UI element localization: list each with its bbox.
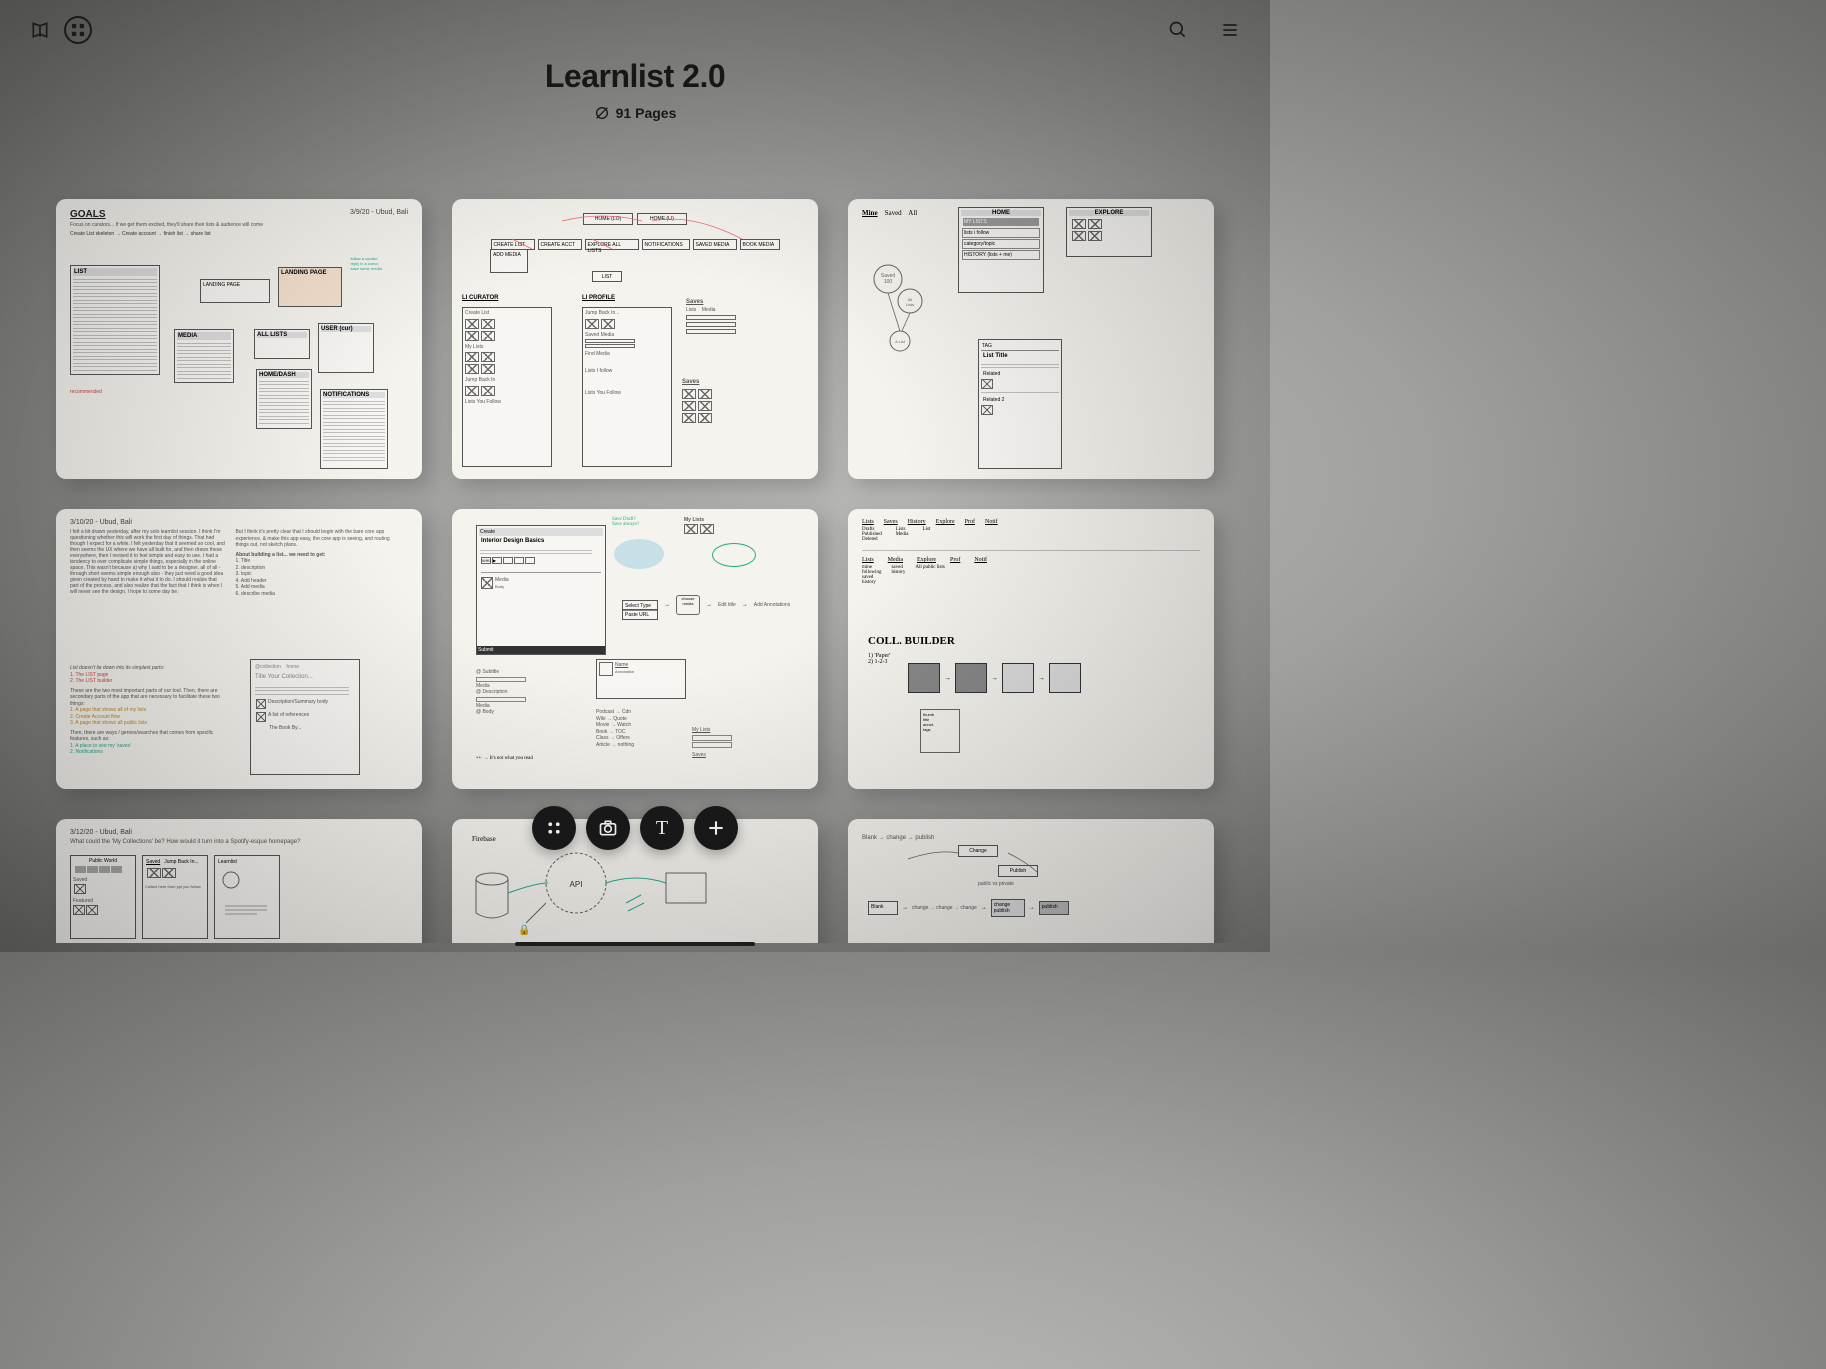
page-thumbnail[interactable]: Blank → change → publish Change Publish … (848, 819, 1214, 943)
add-tool-button[interactable] (694, 806, 738, 850)
book-view-icon[interactable] (28, 18, 52, 42)
pages-icon (594, 105, 610, 121)
page-thumbnail[interactable]: GOALS 3/9/20 - Ubud, Bali Focus on curat… (56, 199, 422, 479)
home-indicator[interactable] (515, 942, 755, 946)
page-thumbnail[interactable]: 3/12/20 - Ubud, Bali What could the 'My … (56, 819, 422, 943)
svg-text:API: API (570, 880, 583, 889)
svg-text:🔒: 🔒 (518, 924, 530, 936)
page-thumbnail[interactable]: 3/10/20 - Ubud, Bali I felt a bit drawn … (56, 509, 422, 789)
search-icon[interactable] (1166, 18, 1190, 42)
svg-text:Lists: Lists (906, 302, 914, 307)
grid-view-icon[interactable] (64, 16, 92, 44)
page-thumbnail[interactable]: Lists Saves History Explore Prof Notif D… (848, 509, 1214, 789)
page-count: 91 Pages (616, 105, 677, 121)
notebook-title: Learnlist 2.0 (0, 58, 1270, 95)
page-thumbnail[interactable]: Create Interior Design Basics WIKI ▶ Med… (452, 509, 818, 789)
dots-tool-button[interactable] (532, 806, 576, 850)
svg-text:100: 100 (884, 279, 893, 285)
page-thumbnail[interactable]: HOME (LO) HOME (LI) CREATE LIST CREATE A… (452, 199, 818, 479)
svg-text:A List: A List (895, 339, 906, 344)
camera-tool-button[interactable] (586, 806, 630, 850)
page-thumbnail[interactable]: Mine Saved All HOME MY LISTS lists i fol… (848, 199, 1214, 479)
menu-icon[interactable] (1218, 18, 1242, 42)
text-tool-button[interactable]: T (640, 806, 684, 850)
